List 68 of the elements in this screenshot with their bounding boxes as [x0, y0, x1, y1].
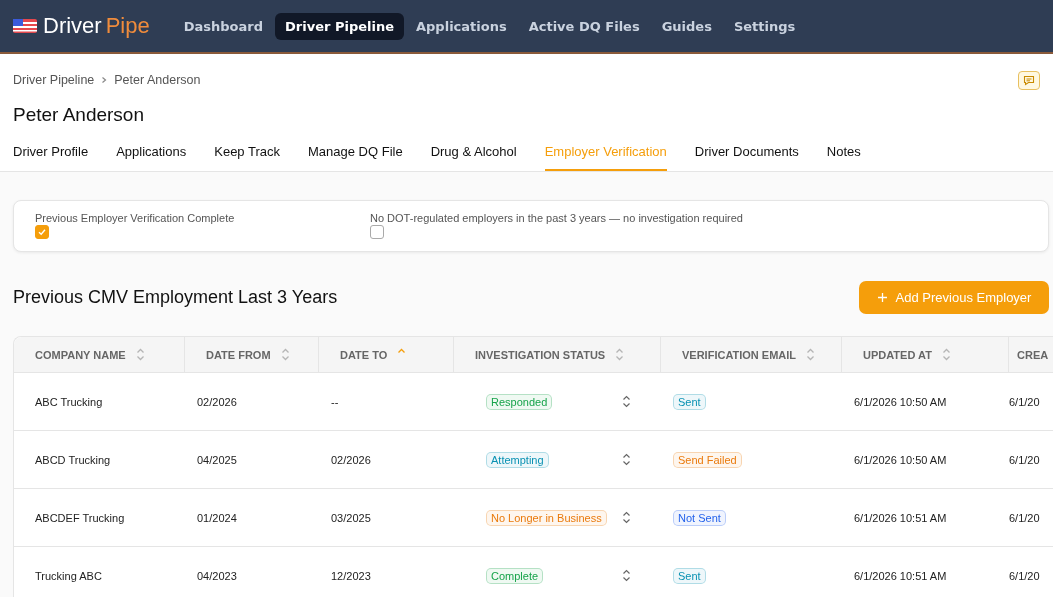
column-header[interactable]: UPDATED AT: [863, 348, 932, 361]
nav-link[interactable]: Dashboard: [173, 12, 273, 40]
tab[interactable]: Manage DQ File: [308, 144, 403, 171]
select-chevron-icon[interactable]: [622, 395, 631, 408]
table-cell: ABCD Trucking: [35, 453, 111, 466]
chevron-right-icon: [100, 76, 109, 84]
table-cell: 6/1/2026 10:51 AM: [854, 569, 947, 582]
table-cell: 03/2025: [331, 511, 371, 524]
tab[interactable]: Keep Track: [214, 144, 280, 171]
tab[interactable]: Applications: [116, 144, 187, 171]
plus-icon: [876, 291, 888, 303]
nav-link[interactable]: Applications: [406, 12, 517, 40]
sort-icon[interactable]: [941, 348, 951, 361]
email-status-badge: Sent: [673, 567, 706, 584]
table-cell: 04/2023: [197, 569, 237, 582]
table-cell: 6/1/2026 10:50 AM: [854, 453, 947, 466]
select-chevron-icon[interactable]: [622, 511, 631, 524]
tab[interactable]: Notes: [826, 144, 861, 171]
checkmark-icon: [37, 227, 47, 237]
table-cell: ABC Trucking: [35, 395, 103, 408]
table-cell: 6/1/20: [1009, 395, 1040, 408]
section-title: Previous CMV Employment Last 3 Years: [13, 286, 338, 308]
sort-icon[interactable]: [135, 348, 145, 361]
checkbox[interactable]: [35, 225, 49, 239]
table-cell: 02/2026: [197, 395, 237, 408]
sort-icon[interactable]: [615, 348, 625, 361]
checkbox[interactable]: [370, 225, 384, 239]
flag-icon: [13, 19, 37, 33]
nav-link[interactable]: Guides: [651, 12, 722, 40]
comment-button[interactable]: [1018, 70, 1040, 90]
select-chevron-icon[interactable]: [622, 569, 631, 582]
table-cell: 6/1/2026 10:50 AM: [854, 395, 947, 408]
column-header[interactable]: DATE TO: [340, 348, 388, 361]
tab[interactable]: Drug & Alcohol: [430, 144, 517, 171]
table-cell: 04/2025: [197, 453, 237, 466]
column-header[interactable]: COMPANY NAME: [35, 348, 126, 361]
sort-icon[interactable]: [280, 348, 290, 361]
table-cell: Trucking ABC: [35, 569, 102, 582]
table-cell: 6/1/20: [1009, 569, 1040, 582]
table-cell: 12/2023: [331, 569, 371, 582]
nav-link[interactable]: Settings: [723, 12, 806, 40]
table-cell: 6/1/20: [1009, 453, 1040, 466]
table-cell: --: [331, 395, 339, 408]
email-status-badge: Not Sent: [673, 509, 726, 526]
comment-icon: [1023, 74, 1035, 86]
table-cell: 6/1/2026 10:51 AM: [854, 511, 947, 524]
checkbox-label: Previous Employer Verification Complete: [35, 212, 236, 224]
column-header[interactable]: CREA: [1017, 348, 1049, 361]
tab[interactable]: Driver Profile: [13, 144, 89, 171]
table-cell: ABCDEF Trucking: [35, 511, 125, 524]
breadcrumb-link[interactable]: Driver Pipeline: [13, 73, 95, 87]
page-title: Peter Anderson: [13, 104, 145, 127]
table-cell: 01/2024: [197, 511, 237, 524]
sort-icon[interactable]: [806, 348, 816, 361]
column-header[interactable]: INVESTIGATION STATUS: [475, 348, 606, 361]
column-header[interactable]: VERIFICATION EMAIL: [682, 348, 797, 361]
nav-link[interactable]: Driver Pipeline: [275, 12, 404, 40]
table-cell: 02/2026: [331, 453, 371, 466]
email-status-badge: Send Failed: [673, 451, 742, 468]
table-cell: 6/1/20: [1009, 511, 1040, 524]
email-status-badge: Sent: [673, 393, 706, 410]
column-header[interactable]: DATE FROM: [206, 348, 271, 361]
checkbox-label: No DOT-regulated employers in the past 3 years — no investigation required: [370, 212, 743, 224]
brand-logo[interactable]: Driver Pipe: [43, 13, 150, 39]
status-badge[interactable]: Attempting: [486, 451, 549, 468]
select-chevron-icon[interactable]: [622, 453, 631, 466]
nav-link[interactable]: Active DQ Files: [518, 12, 650, 40]
tab[interactable]: Driver Documents: [694, 144, 799, 171]
